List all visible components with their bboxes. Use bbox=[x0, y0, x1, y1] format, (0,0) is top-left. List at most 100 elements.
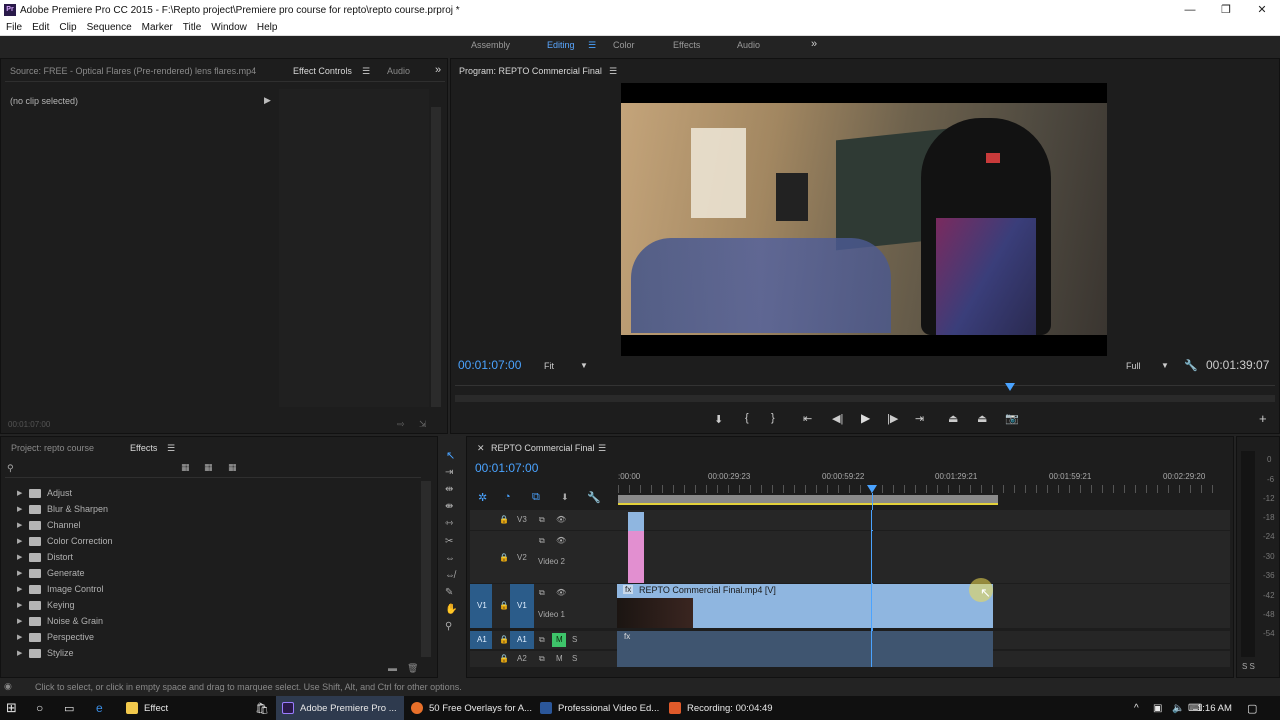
hand-tool-icon[interactable]: ✋ bbox=[445, 604, 457, 615]
program-video-frame[interactable] bbox=[621, 83, 1107, 356]
tab-source[interactable]: Source: FREE - Optical Flares (Pre-rende… bbox=[10, 66, 256, 76]
taskbar-item-effect[interactable]: Effect bbox=[120, 696, 270, 720]
menu-help[interactable]: Help bbox=[251, 22, 282, 33]
effect-controls-menu-icon[interactable]: ☰ bbox=[362, 66, 370, 77]
export-icon[interactable]: ⇲ bbox=[419, 419, 427, 430]
mute-button-a2[interactable]: M bbox=[556, 654, 563, 663]
chevron-down-icon[interactable]: ▼ bbox=[580, 361, 588, 370]
clip-v2-overlay[interactable] bbox=[628, 531, 644, 583]
expand-triangle-icon[interactable]: ▶ bbox=[17, 505, 27, 513]
menu-file[interactable]: File bbox=[0, 22, 26, 33]
volume-icon[interactable]: 🔈 bbox=[1172, 696, 1184, 720]
lift-icon[interactable]: ⏏ bbox=[948, 412, 958, 425]
expand-triangle-icon[interactable]: ▶ bbox=[17, 649, 27, 657]
taskbar-item-firefox[interactable]: 50 Free Overlays for A... bbox=[405, 696, 533, 720]
lock-icon[interactable]: 🔒 bbox=[499, 635, 509, 644]
go-to-in-icon[interactable]: ⇤ bbox=[803, 412, 812, 425]
workspace-audio[interactable]: Audio bbox=[737, 40, 760, 50]
expand-triangle-icon[interactable]: ▶ bbox=[17, 553, 27, 561]
workspace-assembly[interactable]: Assembly bbox=[471, 40, 510, 50]
step-forward-icon[interactable]: |▶ bbox=[887, 412, 898, 425]
workspace-menu-icon[interactable]: ☰ bbox=[588, 40, 596, 51]
workspace-color[interactable]: Color bbox=[613, 40, 635, 50]
menu-sequence[interactable]: Sequence bbox=[81, 22, 136, 33]
play-icon[interactable]: ▶ bbox=[861, 411, 870, 425]
program-scroll-bar[interactable] bbox=[455, 395, 1275, 402]
razor-tool-icon[interactable]: ✂ bbox=[445, 536, 453, 547]
effects-folder-perspective[interactable]: ▶ Perspective bbox=[17, 629, 94, 645]
go-to-out-icon[interactable]: ⇥ bbox=[915, 412, 924, 425]
minimize-button[interactable]: — bbox=[1172, 0, 1208, 20]
taskbar-item-premiere[interactable]: Adobe Premiere Pro ... bbox=[276, 696, 404, 720]
sync-lock-icon[interactable]: ⧉ bbox=[539, 635, 545, 645]
lock-icon[interactable]: 🔒 bbox=[499, 553, 509, 562]
tab-effects[interactable]: Effects bbox=[130, 443, 157, 453]
maximize-button[interactable]: ❐ bbox=[1208, 0, 1244, 20]
sync-lock-icon[interactable]: ⧉ bbox=[539, 536, 545, 546]
track-v2[interactable]: ⧉ 👁 🔒 V2 Video 2 bbox=[470, 531, 1230, 583]
edge-browser-icon[interactable]: e bbox=[96, 696, 103, 720]
clip-v1-main[interactable]: fx REPTO Commercial Final.mp4 [V] bbox=[617, 584, 993, 628]
rate-stretch-tool-icon[interactable]: ⇿ bbox=[445, 518, 453, 529]
tray-chevron-up-icon[interactable]: ^ bbox=[1134, 696, 1139, 720]
yuv-effects-icon[interactable]: ▦ bbox=[228, 462, 237, 473]
notifications-icon[interactable]: ▢ bbox=[1247, 696, 1257, 720]
filter-icon[interactable]: ⇨ bbox=[397, 419, 405, 430]
accelerated-effects-icon[interactable]: ▦ bbox=[181, 462, 190, 473]
sequence-tab[interactable]: REPTO Commercial Final bbox=[491, 443, 594, 453]
effects-folder-generate[interactable]: ▶ Generate bbox=[17, 565, 85, 581]
expand-triangle-icon[interactable]: ▶ bbox=[17, 585, 27, 593]
linked-selection-icon[interactable]: ◔ bbox=[504, 491, 511, 503]
extract-icon[interactable]: ⏏ bbox=[977, 412, 987, 425]
new-bin-folder-icon[interactable]: ▬ bbox=[388, 663, 397, 673]
close-sequence-icon[interactable]: ✕ bbox=[477, 443, 485, 454]
menu-title[interactable]: Title bbox=[177, 22, 206, 33]
effects-folder-image-control[interactable]: ▶ Image Control bbox=[17, 581, 104, 597]
clip-a1-audio[interactable]: fx bbox=[617, 631, 993, 667]
solo-button-a1[interactable]: S bbox=[572, 635, 577, 644]
menu-clip[interactable]: Clip bbox=[53, 22, 80, 33]
selection-tool-icon[interactable]: ↖ bbox=[446, 449, 455, 462]
sequence-menu-icon[interactable]: ☰ bbox=[598, 443, 606, 454]
panel-overflow-icon[interactable]: » bbox=[435, 64, 441, 76]
eye-icon[interactable]: 👁 bbox=[556, 588, 566, 597]
expand-triangle-icon[interactable]: ▶ bbox=[17, 633, 27, 641]
lock-icon[interactable]: 🔒 bbox=[499, 515, 509, 524]
export-frame-camera-icon[interactable]: 📷 bbox=[1005, 412, 1019, 425]
lock-icon[interactable]: 🔒 bbox=[499, 654, 509, 663]
timeline-timecode[interactable]: 00:01:07:00 bbox=[475, 461, 538, 475]
effects-folder-noise-grain[interactable]: ▶ Noise & Grain bbox=[17, 613, 103, 629]
expand-triangle-icon[interactable]: ▶ bbox=[17, 601, 27, 609]
effects-folder-blur-sharpen[interactable]: ▶ Blur & Sharpen bbox=[17, 501, 108, 517]
timeline-settings-wrench-icon[interactable]: 🔧 bbox=[587, 491, 601, 504]
pen-tool-icon[interactable]: ✎ bbox=[445, 587, 453, 598]
effects-folder-stylize[interactable]: ▶ Stylize bbox=[17, 645, 74, 661]
effects-folder-channel[interactable]: ▶ Channel bbox=[17, 517, 81, 533]
workspace-overflow-icon[interactable]: » bbox=[811, 38, 817, 50]
effects-folder-keying[interactable]: ▶ Keying bbox=[17, 597, 75, 613]
work-area-bar[interactable] bbox=[618, 495, 998, 503]
taskbar-clock[interactable]: 1:16 AM bbox=[1197, 696, 1232, 720]
32bit-effects-icon[interactable]: ▦ bbox=[204, 462, 213, 473]
menu-window[interactable]: Window bbox=[205, 22, 251, 33]
slide-tool-icon[interactable]: ⇎ bbox=[445, 570, 455, 581]
network-icon[interactable]: ▣ bbox=[1153, 696, 1162, 720]
ripple-edit-tool-icon[interactable]: ⇹ bbox=[445, 484, 453, 495]
timeline-playhead[interactable] bbox=[867, 485, 877, 493]
sync-lock-icon[interactable]: ⧉ bbox=[539, 588, 545, 598]
expand-triangle-icon[interactable]: ▶ bbox=[17, 521, 27, 529]
taskbar-item-word[interactable]: Professional Video Ed... bbox=[534, 696, 662, 720]
fit-zoom-select[interactable]: Fit bbox=[544, 361, 554, 371]
snap-icon[interactable]: ✲ bbox=[478, 491, 487, 504]
close-button[interactable]: ✕ bbox=[1244, 0, 1280, 20]
meter-solo-buttons[interactable]: S S bbox=[1242, 662, 1255, 671]
menu-marker[interactable]: Marker bbox=[136, 22, 177, 33]
effects-folder-distort[interactable]: ▶ Distort bbox=[17, 549, 73, 565]
program-playhead[interactable] bbox=[1005, 383, 1015, 391]
tab-effect-controls[interactable]: Effect Controls bbox=[293, 66, 352, 76]
sync-lock-icon[interactable]: ⧉ bbox=[539, 654, 545, 664]
effects-scrollbar[interactable] bbox=[421, 481, 431, 657]
track-v3[interactable]: 🔒 V3 ⧉ 👁 bbox=[470, 510, 1230, 530]
effect-controls-scrollbar[interactable] bbox=[431, 107, 441, 407]
task-view-icon[interactable]: ▭ bbox=[64, 696, 74, 720]
